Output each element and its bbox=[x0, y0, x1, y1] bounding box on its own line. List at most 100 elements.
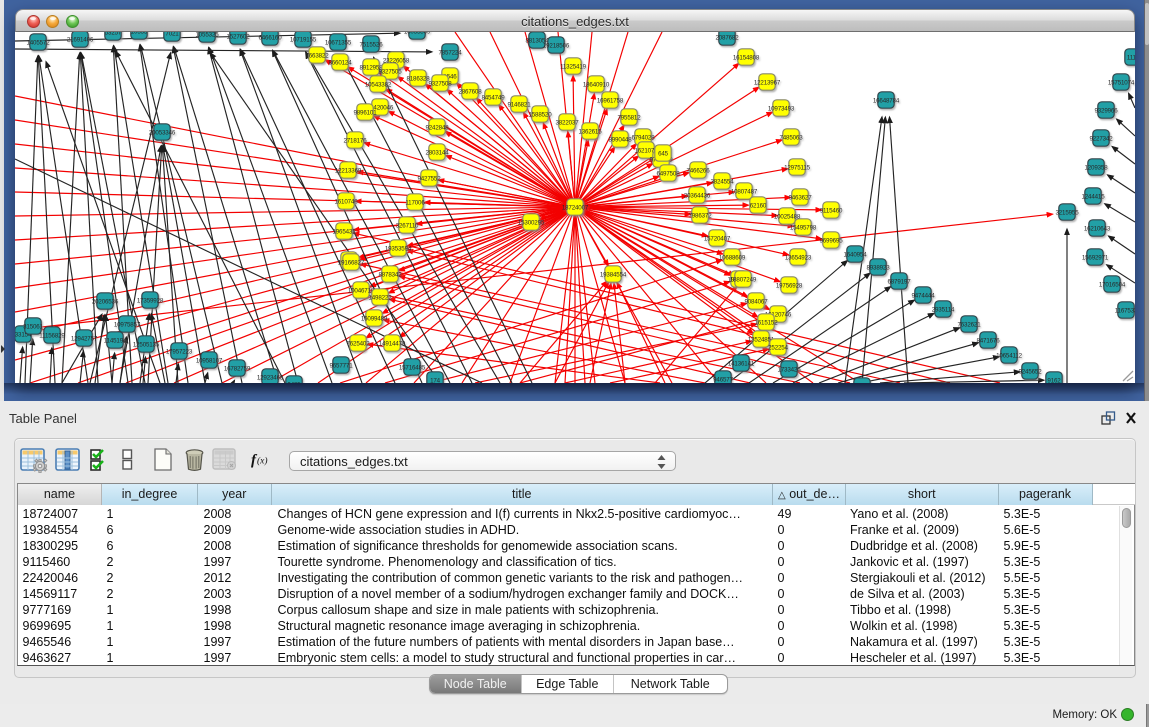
svg-text:19218506: 19218506 bbox=[543, 42, 570, 49]
svg-text:2718176: 2718176 bbox=[343, 137, 367, 144]
svg-text:10654112: 10654112 bbox=[996, 352, 1023, 359]
svg-text:3215955: 3215955 bbox=[1055, 209, 1079, 216]
svg-text:12975115: 12975115 bbox=[784, 164, 811, 171]
svg-text:10719155: 10719155 bbox=[290, 36, 317, 43]
svg-text:8878342: 8878342 bbox=[378, 271, 402, 278]
svg-text:21691406: 21691406 bbox=[67, 36, 94, 43]
svg-text:1055325: 1055325 bbox=[195, 32, 219, 38]
svg-text:1588520: 1588520 bbox=[528, 111, 552, 118]
svg-text:20206536: 20206536 bbox=[92, 298, 119, 305]
svg-text:3267110: 3267110 bbox=[396, 222, 419, 229]
svg-text:12213967: 12213967 bbox=[754, 79, 781, 86]
svg-text:2867608: 2867608 bbox=[458, 88, 482, 95]
svg-text:645: 645 bbox=[658, 150, 669, 157]
svg-text:12505135: 12505135 bbox=[133, 341, 160, 348]
svg-text:9657771: 9657771 bbox=[329, 362, 353, 369]
svg-text:17957223: 17957223 bbox=[166, 348, 193, 355]
svg-text:9699695: 9699695 bbox=[819, 237, 843, 244]
svg-text:15692971: 15692971 bbox=[1082, 254, 1109, 261]
svg-text:9329966: 9329966 bbox=[1094, 107, 1118, 114]
svg-text:9115460: 9115460 bbox=[820, 207, 843, 214]
svg-text:9327508: 9327508 bbox=[428, 80, 452, 87]
svg-text:9146821: 9146821 bbox=[507, 101, 531, 108]
svg-text:9327505: 9327505 bbox=[378, 68, 402, 75]
svg-text:1405572: 1405572 bbox=[26, 39, 50, 46]
svg-text:7515526: 7515526 bbox=[359, 41, 383, 48]
svg-text:2935114: 2935114 bbox=[932, 306, 955, 313]
svg-text:1167533: 1167533 bbox=[1115, 307, 1135, 314]
svg-text:18724007: 18724007 bbox=[562, 204, 589, 211]
svg-text:1209358: 1209358 bbox=[1084, 164, 1108, 171]
svg-text:1112: 1112 bbox=[1127, 54, 1135, 61]
svg-text:8471676: 8471676 bbox=[976, 337, 1000, 344]
svg-text:9427552: 9427552 bbox=[417, 175, 441, 182]
svg-text:1733426: 1733426 bbox=[777, 366, 801, 373]
svg-text:7857224: 7857224 bbox=[438, 49, 462, 56]
svg-text:53257: 53257 bbox=[105, 32, 122, 36]
svg-text:10553: 10553 bbox=[131, 32, 148, 35]
svg-text:15300295: 15300295 bbox=[518, 219, 545, 226]
svg-text:10975857: 10975857 bbox=[114, 321, 141, 328]
svg-text:15495798: 15495798 bbox=[790, 224, 817, 231]
svg-text:8938923: 8938923 bbox=[866, 264, 890, 271]
svg-text:17016504: 17016504 bbox=[1099, 281, 1126, 288]
svg-text:1640954: 1640954 bbox=[843, 251, 867, 258]
svg-text:15720407: 15720407 bbox=[704, 235, 731, 242]
svg-text:1362615: 1362615 bbox=[578, 128, 602, 135]
svg-text:18640910: 18640910 bbox=[583, 81, 610, 88]
svg-text:16961758: 16961758 bbox=[597, 97, 624, 104]
svg-text:10671355: 10671355 bbox=[325, 39, 352, 46]
svg-text:19756928: 19756928 bbox=[776, 282, 803, 289]
svg-text:11325419: 11325419 bbox=[560, 63, 587, 70]
svg-text:20053346: 20053346 bbox=[149, 129, 176, 136]
svg-text:16782759: 16782759 bbox=[224, 365, 251, 372]
svg-text:15751074: 15751074 bbox=[1108, 79, 1135, 86]
svg-text:12942757: 12942757 bbox=[71, 335, 98, 342]
svg-text:14136141: 14136141 bbox=[728, 360, 755, 367]
svg-text:7485063: 7485063 bbox=[779, 134, 803, 141]
svg-text:17359928: 17359928 bbox=[137, 297, 164, 304]
svg-text:18807249: 18807249 bbox=[730, 276, 757, 283]
svg-text:315061: 315061 bbox=[23, 323, 43, 330]
svg-text:7663822: 7663822 bbox=[305, 52, 329, 59]
svg-text:10973493: 10973493 bbox=[768, 105, 795, 112]
svg-text:9245652: 9245652 bbox=[1018, 368, 1042, 375]
svg-text:1498222: 1498222 bbox=[368, 294, 392, 301]
svg-text:9242848: 9242848 bbox=[425, 124, 449, 131]
svg-text:8454749: 8454749 bbox=[481, 94, 505, 101]
svg-text:1145194: 1145194 bbox=[104, 337, 127, 344]
svg-text:946577: 946577 bbox=[713, 376, 733, 383]
svg-text:3824554: 3824554 bbox=[710, 178, 734, 185]
svg-text:12923468: 12923468 bbox=[257, 374, 284, 381]
svg-text:19384554: 19384554 bbox=[600, 271, 627, 278]
svg-text:10688609: 10688609 bbox=[719, 254, 746, 261]
svg-text:9474444: 9474444 bbox=[911, 292, 935, 299]
svg-text:10543382: 10543382 bbox=[365, 81, 392, 88]
svg-text:1244415: 1244415 bbox=[1081, 193, 1105, 200]
svg-text:6879197: 6879197 bbox=[887, 278, 911, 285]
svg-text:7955812: 7955812 bbox=[617, 114, 641, 121]
svg-text:1615152: 1615152 bbox=[754, 319, 778, 326]
svg-text:19166827: 19166827 bbox=[338, 259, 365, 266]
svg-text:7625402: 7625402 bbox=[346, 340, 370, 347]
svg-text:14914479: 14914479 bbox=[379, 340, 406, 347]
svg-text:16210643: 16210643 bbox=[1084, 225, 1111, 232]
svg-text:9896101: 9896101 bbox=[353, 109, 377, 116]
svg-text:7466266: 7466266 bbox=[686, 167, 710, 174]
svg-text:7632621: 7632621 bbox=[957, 321, 981, 328]
svg-text:10958107: 10958107 bbox=[196, 357, 223, 364]
svg-text:8660124: 8660124 bbox=[328, 59, 352, 66]
svg-text:7021: 7021 bbox=[165, 32, 179, 37]
svg-text:6497508: 6497508 bbox=[656, 170, 680, 177]
svg-text:2803144: 2803144 bbox=[425, 149, 449, 156]
svg-text:16099489: 16099489 bbox=[361, 315, 388, 322]
svg-text:19353594: 19353594 bbox=[385, 245, 412, 252]
svg-text:11156829: 11156829 bbox=[39, 332, 65, 339]
svg-text:1527602: 1527602 bbox=[226, 33, 250, 40]
svg-text:15716485: 15716485 bbox=[399, 364, 426, 371]
svg-text:10046718: 10046718 bbox=[348, 287, 375, 294]
svg-text:3822037: 3822037 bbox=[555, 119, 579, 126]
svg-text:16648784: 16648784 bbox=[873, 97, 900, 104]
svg-text:2087682: 2087682 bbox=[715, 34, 739, 41]
svg-text:6794028: 6794028 bbox=[631, 134, 655, 141]
